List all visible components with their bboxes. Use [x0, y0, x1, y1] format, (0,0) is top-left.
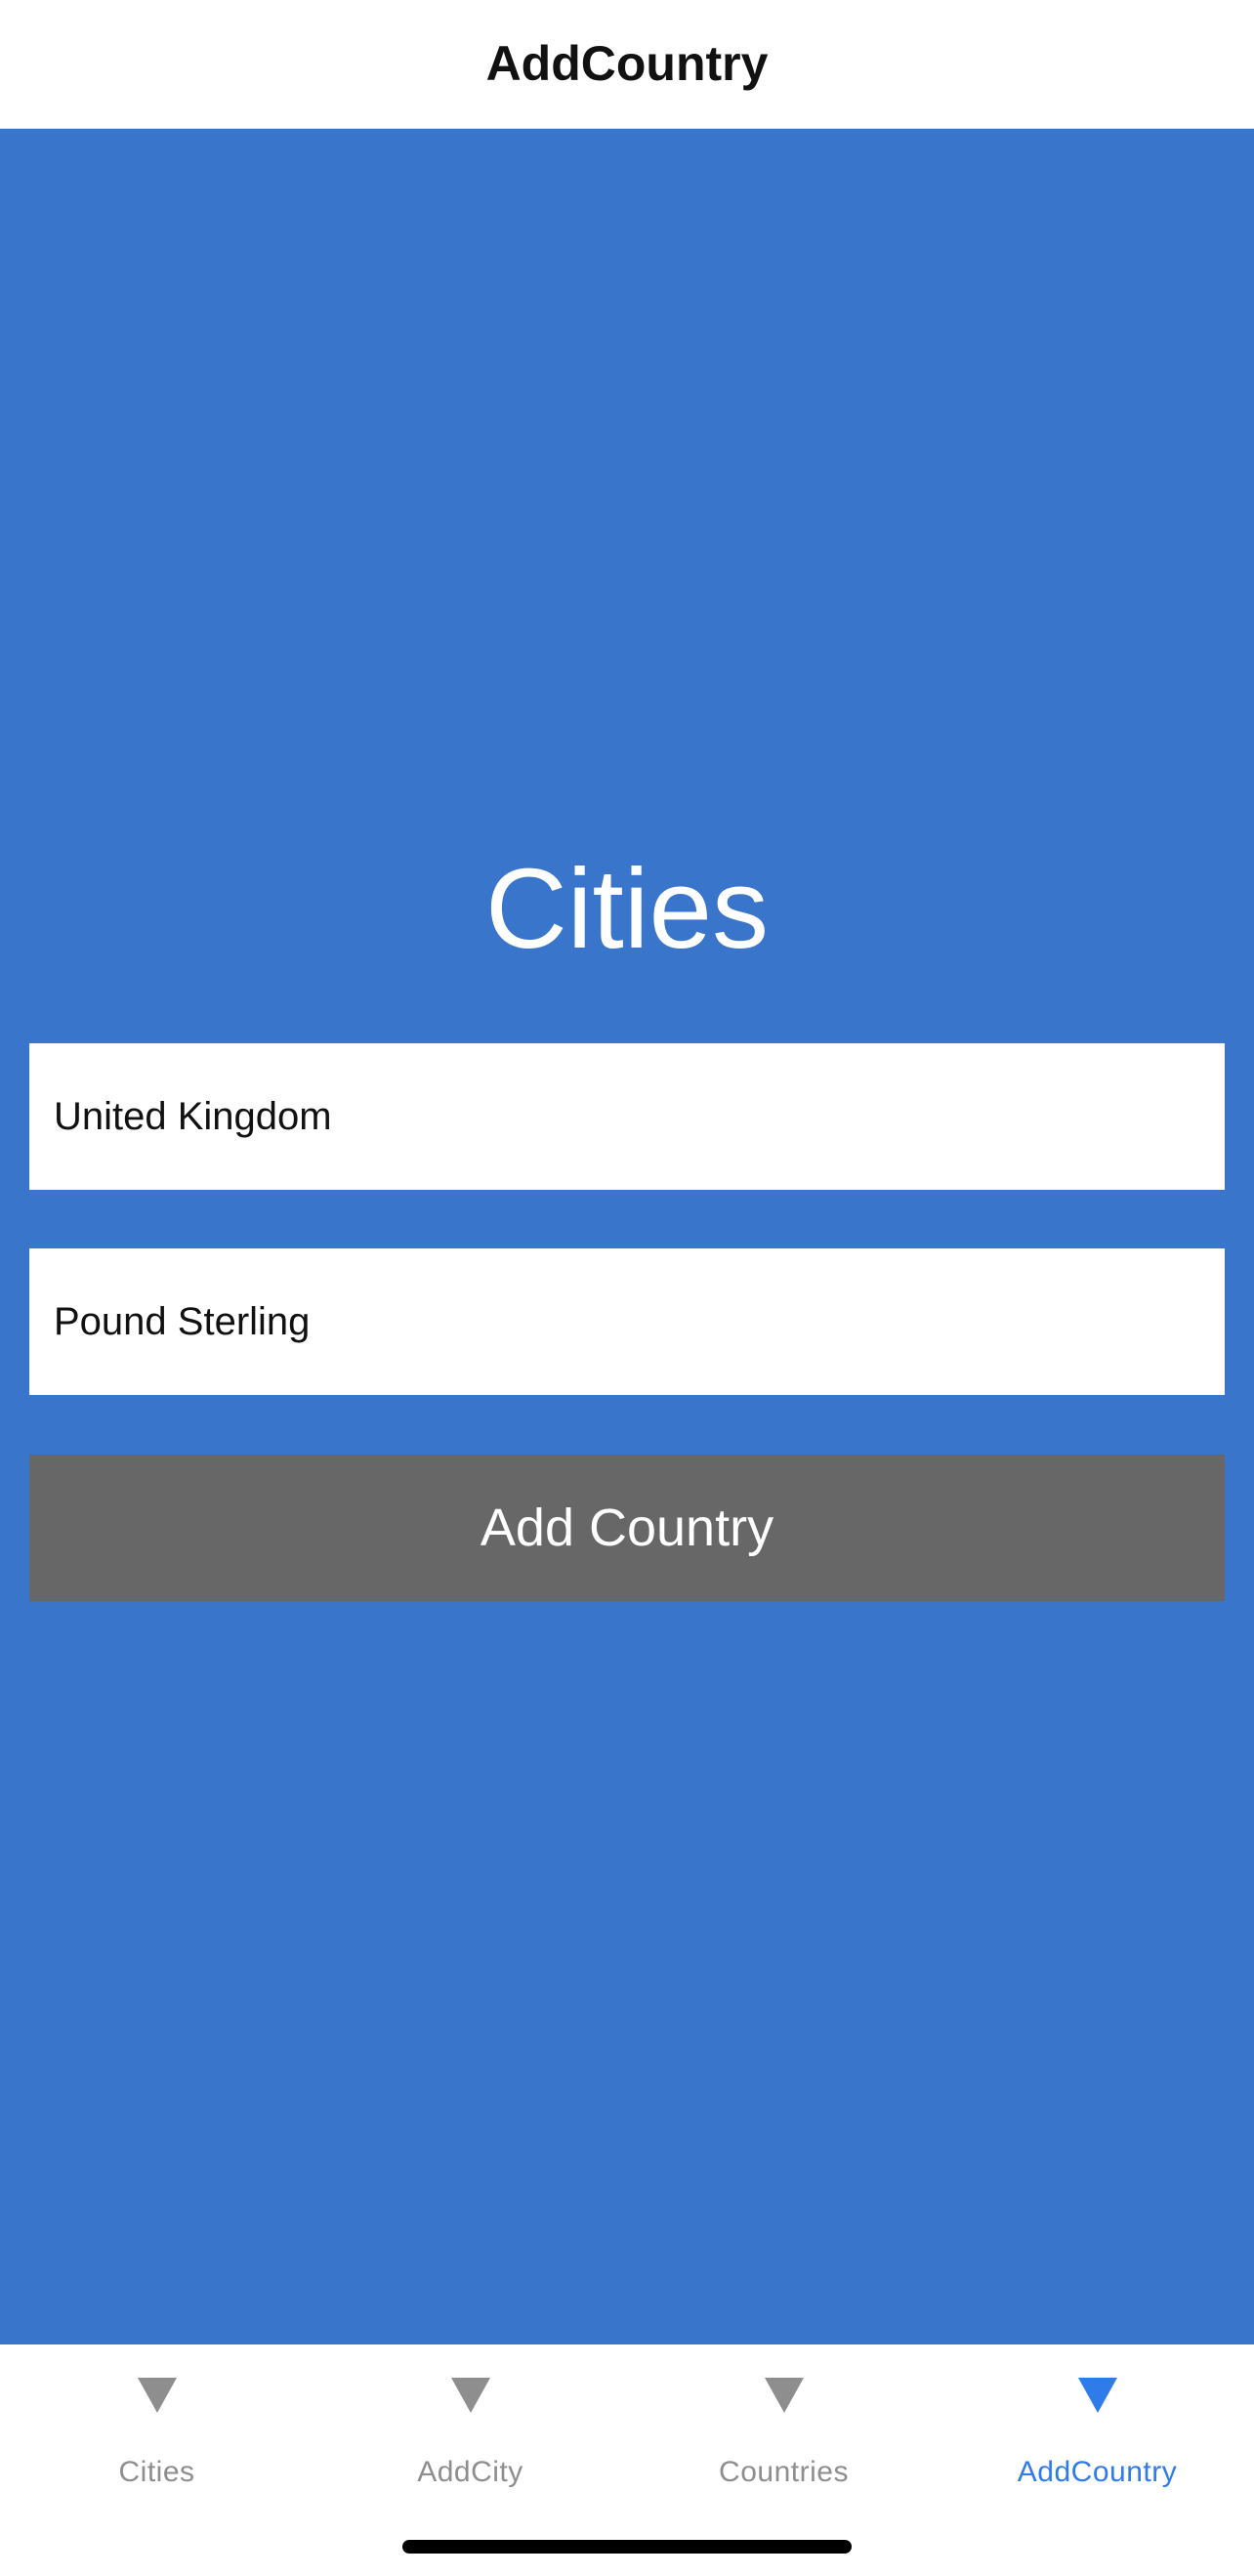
cities-heading: Cities	[484, 845, 770, 972]
tab-label: AddCity	[417, 2456, 523, 2488]
home-indicator	[402, 2540, 852, 2554]
app-screen: AddCountry Cities United Kingdom Pound S…	[0, 0, 1254, 2576]
navigation-bar: AddCountry	[0, 0, 1254, 129]
currency-value: Pound Sterling	[54, 1299, 311, 1343]
currency-field[interactable]: Pound Sterling	[29, 1248, 1225, 1395]
tab-label: Cities	[118, 2456, 195, 2488]
page-title: AddCountry	[485, 35, 769, 91]
triangle-down-icon	[137, 2378, 177, 2413]
country-name-field[interactable]: United Kingdom	[29, 1043, 1225, 1190]
triangle-down-icon	[764, 2378, 804, 2413]
triangle-down-icon	[450, 2378, 490, 2413]
tab-label: Countries	[719, 2456, 849, 2488]
triangle-down-icon	[1077, 2378, 1117, 2413]
tab-cities[interactable]: Cities	[0, 2344, 314, 2576]
add-country-button[interactable]: Add Country	[29, 1455, 1225, 1601]
tab-addcountry[interactable]: AddCountry	[940, 2344, 1254, 2576]
tab-label: AddCountry	[1017, 2456, 1178, 2488]
main-content: Cities United Kingdom Pound Sterling Add…	[0, 129, 1254, 2344]
country-name-value: United Kingdom	[54, 1094, 332, 1138]
